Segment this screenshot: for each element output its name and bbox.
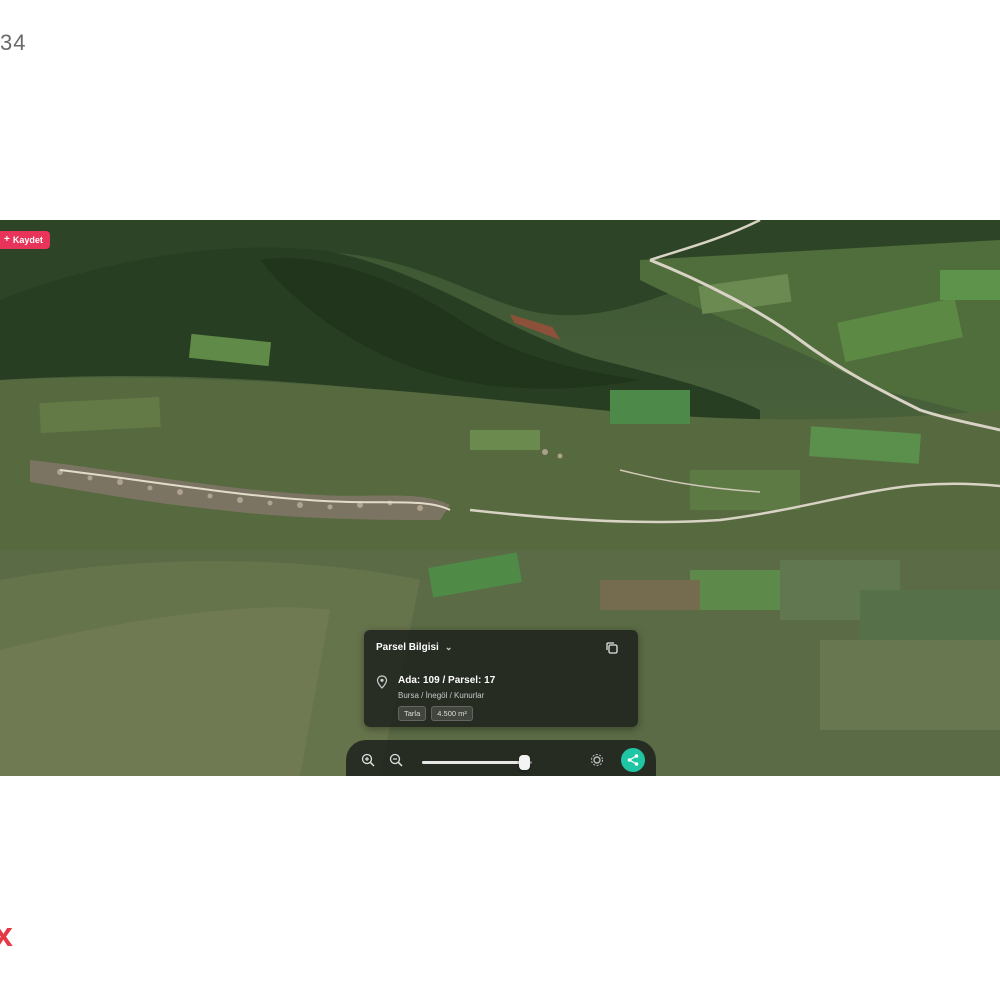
satellite-map-view[interactable]: + Kaydet Parsel Bilgisi ⌄ Ada: 109 / Par… bbox=[0, 220, 1000, 776]
map-pin-icon bbox=[376, 675, 388, 689]
save-badge-label: Kaydet bbox=[12, 235, 43, 245]
parcel-info-header[interactable]: Parsel Bilgisi ⌄ bbox=[376, 642, 452, 653]
gear-icon[interactable] bbox=[589, 752, 605, 768]
photo-counter: 34 bbox=[0, 30, 27, 55]
corner-brand-mark: x bbox=[0, 916, 13, 954]
chevron-down-icon: ⌄ bbox=[444, 642, 453, 652]
zoom-out-icon[interactable] bbox=[388, 752, 404, 768]
share-icon bbox=[627, 754, 639, 766]
save-badge[interactable]: + Kaydet bbox=[0, 231, 50, 249]
zoom-slider-fill bbox=[422, 761, 525, 764]
parcel-chips: Tarla 4.500 m² bbox=[398, 706, 473, 721]
plus-icon: + bbox=[4, 234, 10, 245]
share-button[interactable] bbox=[621, 748, 645, 772]
parcel-info-header-label: Parsel Bilgisi bbox=[376, 642, 439, 653]
zoom-slider-thumb[interactable] bbox=[518, 755, 530, 770]
parcel-location: Bursa / İnegöl / Kunurlar bbox=[398, 691, 485, 700]
map-toolbar bbox=[346, 740, 656, 776]
parcel-info-card: Parsel Bilgisi ⌄ Ada: 109 / Parsel: 17 B… bbox=[364, 630, 638, 727]
parcel-title: Ada: 109 / Parsel: 17 bbox=[398, 675, 496, 686]
copy-icon[interactable] bbox=[604, 640, 620, 656]
parcel-area-chip: 4.500 m² bbox=[431, 706, 473, 721]
page: 34 + Kaydet Parsel Bilgisi ⌄ Ada: 109 / … bbox=[0, 0, 1000, 1000]
parcel-type-chip: Tarla bbox=[398, 706, 427, 721]
zoom-in-icon[interactable] bbox=[360, 752, 376, 768]
zoom-slider-track[interactable] bbox=[422, 761, 532, 764]
